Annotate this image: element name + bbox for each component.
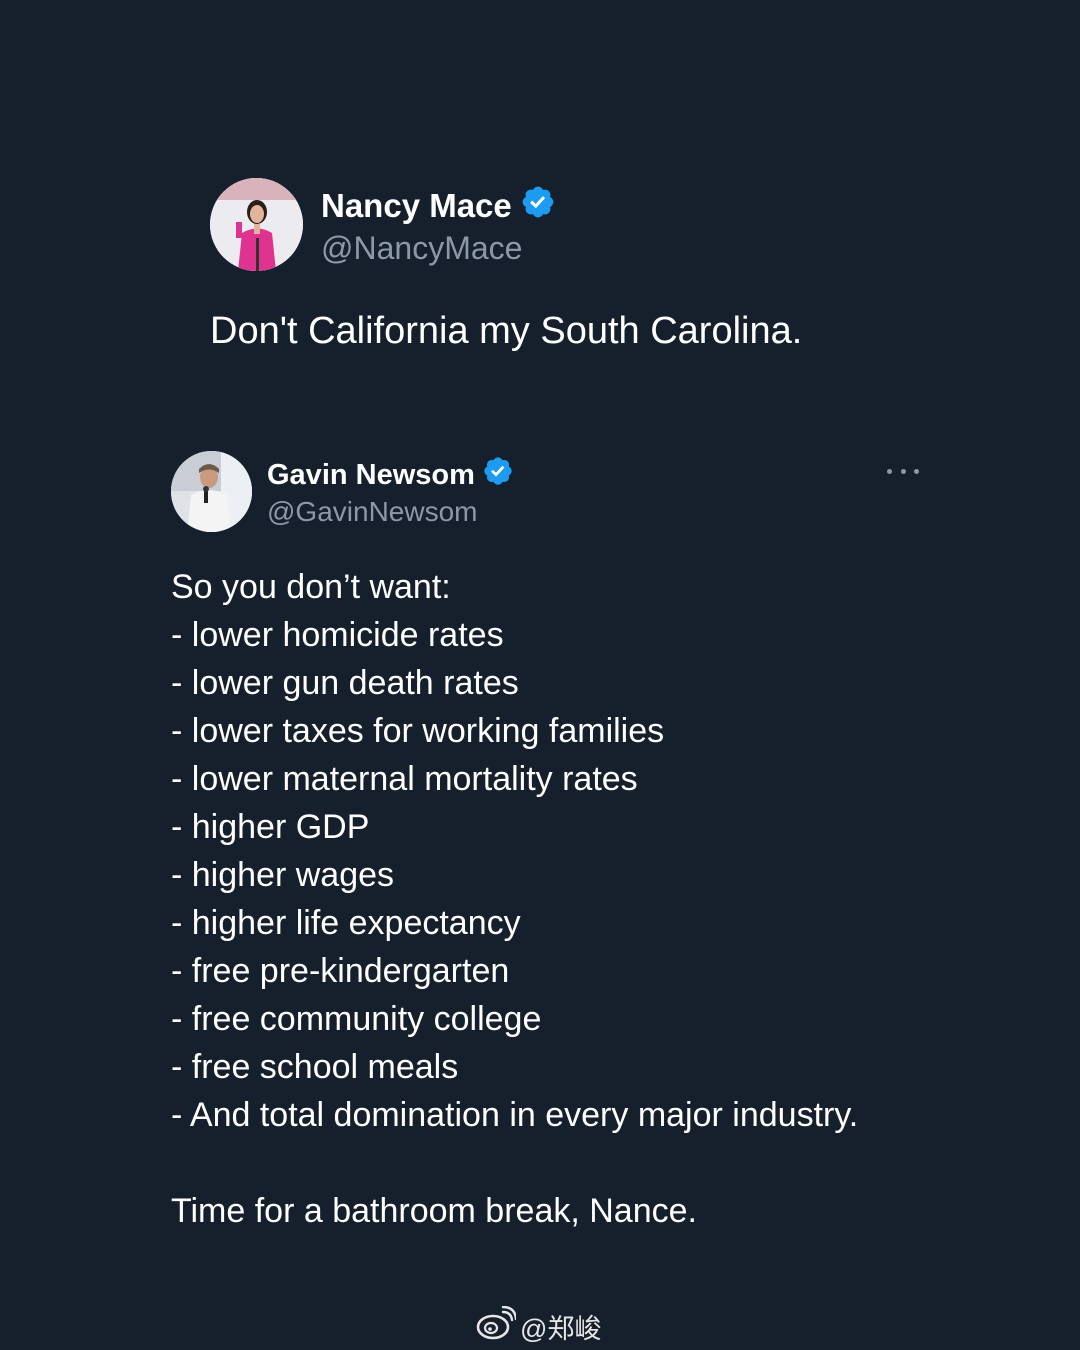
reply-author-name-text[interactable]: Gavin Newsom [267, 459, 475, 492]
list-item: - lower maternal mortality rates [171, 760, 638, 798]
list-item: - higher GDP [171, 808, 370, 846]
verified-badge-icon [482, 455, 514, 495]
list-item: - lower homicide rates [171, 616, 504, 654]
quoted-tweet-text: Don't California my South Carolina. [210, 310, 803, 352]
quoted-author-name-text[interactable]: Nancy Mace [321, 187, 512, 225]
list-item: - free community college [171, 1000, 542, 1038]
more-options-icon[interactable] [887, 459, 919, 483]
list-item: - free school meals [171, 1048, 459, 1086]
list-item: - lower taxes for working families [171, 712, 665, 750]
quoted-author-name[interactable]: Nancy Mace [321, 184, 556, 228]
watermark-text: @郑峻 [520, 1314, 602, 1344]
quoted-author-handle[interactable]: @NancyMace [321, 230, 522, 267]
list-item: - lower gun death rates [171, 664, 519, 702]
verified-badge-icon [520, 184, 556, 228]
list-item: - higher wages [171, 856, 395, 894]
list-item: - free pre-kindergarten [171, 952, 510, 990]
reply-author-handle[interactable]: @GavinNewsom [267, 496, 477, 528]
nancy-mace-avatar[interactable] [210, 178, 303, 271]
tweet-closing-line: Time for a bathroom break, Nance. [171, 1192, 697, 1230]
list-item: - higher life expectancy [171, 904, 521, 942]
reply-tweet-text: So you don’t want: - lower homicide rate… [171, 563, 858, 1235]
tweet-intro-line: So you don’t want: [171, 568, 451, 606]
gavin-newsom-avatar[interactable] [171, 451, 252, 532]
list-item: - And total domination in every major in… [171, 1096, 859, 1134]
watermark: @郑峻 [476, 1305, 602, 1347]
weibo-logo-icon [476, 1305, 518, 1347]
reply-author-name[interactable]: Gavin Newsom [267, 455, 514, 495]
